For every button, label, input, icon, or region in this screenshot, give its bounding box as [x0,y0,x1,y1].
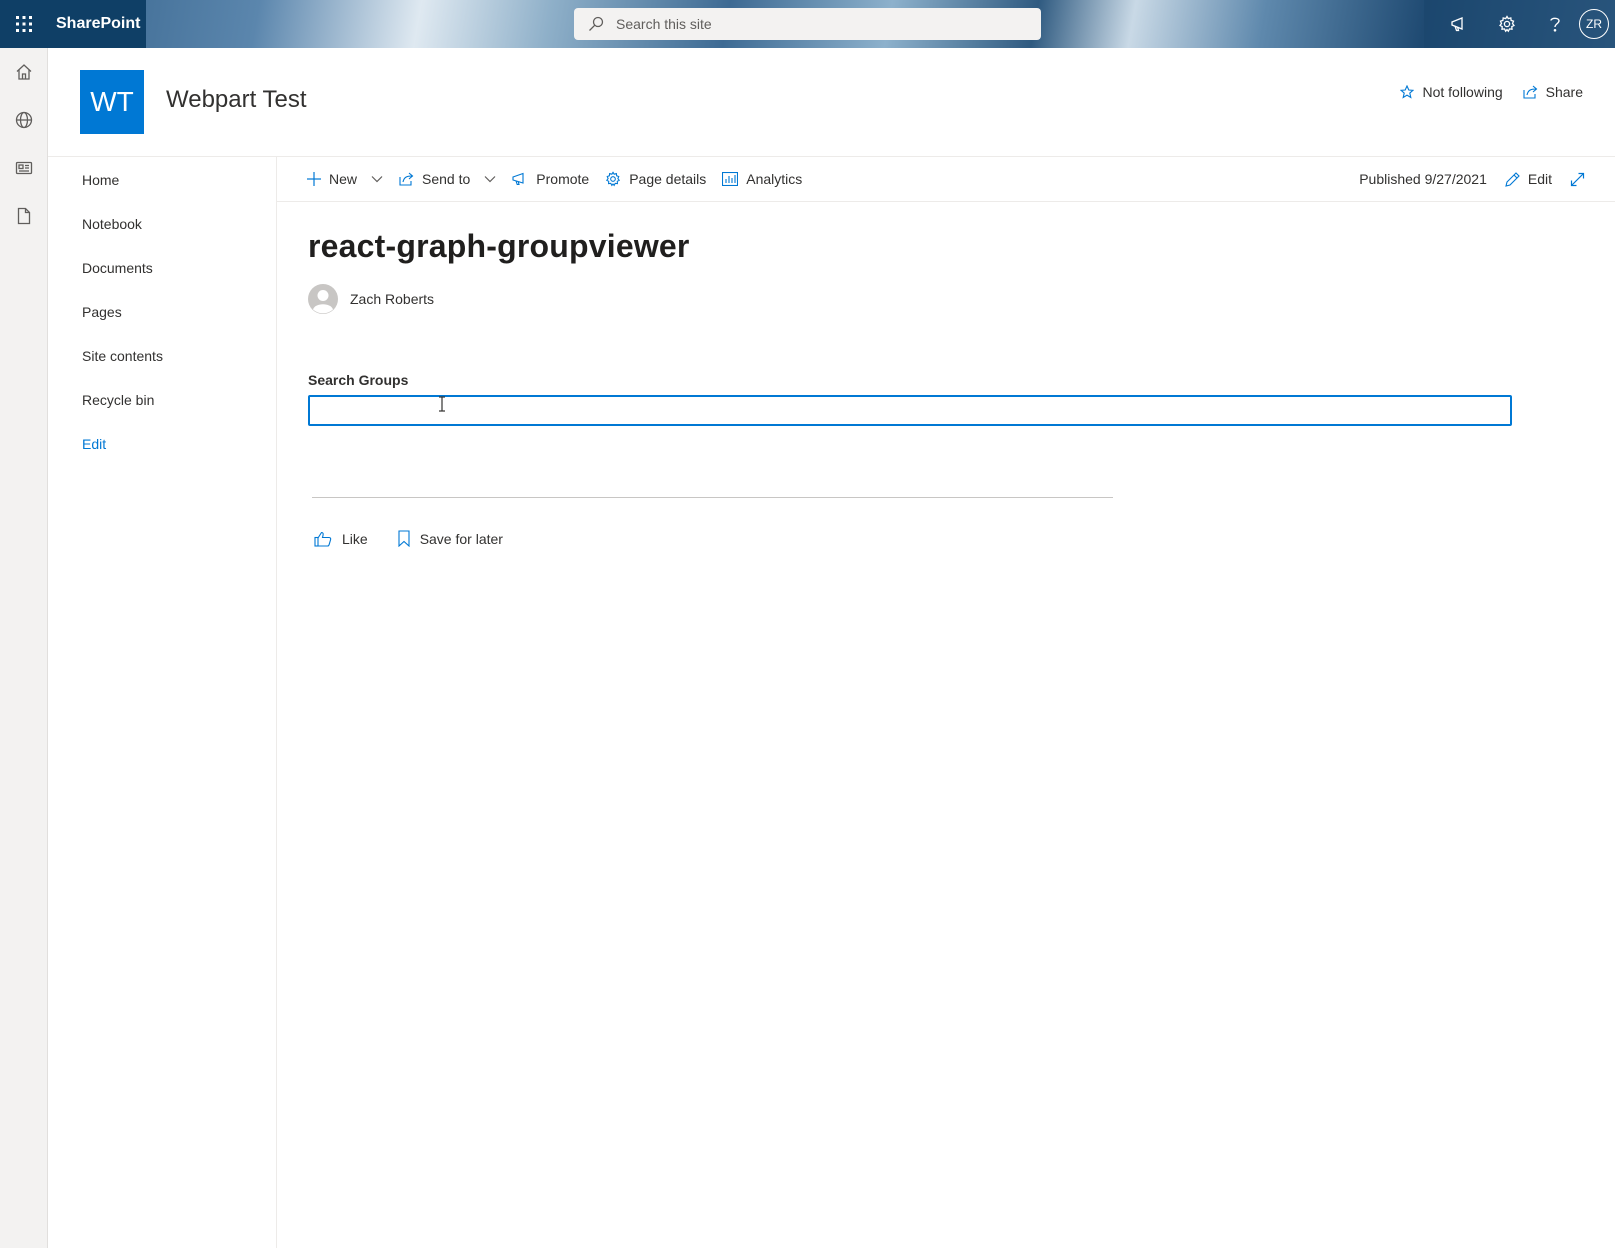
site-header: WT Webpart Test Not following Share [48,48,1615,157]
share-button[interactable]: Share [1523,84,1583,100]
left-navigation: Home Notebook Documents Pages Site conte… [48,157,277,1248]
analytics-button[interactable]: Analytics [722,171,802,187]
suite-bar: SharePoint ZR [0,0,1615,48]
page-details-button[interactable]: Page details [605,171,706,187]
published-status: Published 9/27/2021 [1359,171,1487,187]
app-name[interactable]: SharePoint [56,15,140,33]
follow-button[interactable]: Not following [1400,84,1503,100]
chevron-down-icon [371,175,383,183]
save-for-later-label: Save for later [419,530,503,547]
megaphone-icon[interactable] [1435,0,1483,48]
help-icon[interactable] [1531,0,1579,48]
app-launcher-icon[interactable] [0,0,48,48]
document-icon[interactable] [0,192,47,240]
nav-edit-link[interactable]: Edit [82,436,106,452]
nav-item-recycle-bin[interactable]: Recycle bin [82,392,154,408]
new-label: New [329,171,358,187]
social-bar: Like Save for later [314,530,503,547]
command-bar: New Send to Promote Page details Analyti… [277,157,1615,202]
share-icon [1523,85,1538,99]
page-title: react-graph-groupviewer [308,228,690,264]
site-header-actions: Not following Share [1400,84,1583,100]
globe-icon[interactable] [0,96,47,144]
pencil-icon [1505,171,1520,187]
home-icon[interactable] [0,48,47,96]
author-avatar-icon [308,284,338,314]
content-divider [312,497,1113,498]
chevron-down-icon [484,175,496,183]
settings-gear-icon[interactable] [1483,0,1531,48]
nav-item-documents[interactable]: Documents [82,260,153,276]
megaphone-icon [512,172,528,186]
nav-item-notebook[interactable]: Notebook [82,216,142,232]
like-button[interactable]: Like [314,531,368,547]
nav-item-site-contents[interactable]: Site contents [82,348,163,364]
promote-label: Promote [536,171,590,187]
promote-button[interactable]: Promote [512,171,589,187]
site-logo[interactable]: WT [80,70,144,134]
suite-bar-brand-area: SharePoint [0,0,146,48]
like-label: Like [342,530,368,547]
settings-gear-icon [605,171,621,187]
analytics-chart-icon [722,172,739,186]
app-bar [0,48,48,1248]
text-cursor-icon [438,396,446,412]
news-icon[interactable] [0,144,47,192]
expand-icon[interactable] [1570,172,1585,187]
edit-label: Edit [1527,171,1552,187]
search-groups-input[interactable] [308,395,1512,426]
star-icon [1400,85,1415,99]
nav-item-pages[interactable]: Pages [82,304,122,320]
analytics-label: Analytics [746,171,803,187]
send-to-button[interactable]: Send to [399,171,496,187]
plus-icon [307,172,321,186]
share-label: Share [1545,84,1583,100]
site-title[interactable]: Webpart Test [166,86,307,114]
edit-page-button[interactable]: Edit [1505,171,1552,187]
nav-item-home[interactable]: Home [82,172,119,188]
follow-label: Not following [1422,84,1503,100]
author-name: Zach Roberts [350,291,435,307]
user-avatar[interactable]: ZR [1579,9,1609,39]
share-icon [399,172,414,186]
send-to-label: Send to [422,171,471,187]
search-icon [588,16,604,32]
save-for-later-button[interactable]: Save for later [398,530,503,547]
site-search-input[interactable] [614,15,1018,33]
page-details-label: Page details [629,171,707,187]
suite-bar-actions: ZR [1424,0,1615,48]
search-groups-label: Search Groups [308,372,409,388]
thumbs-up-icon [314,531,332,547]
page-author[interactable]: Zach Roberts [308,284,434,314]
new-button[interactable]: New [307,171,383,187]
site-search-box[interactable] [574,8,1041,40]
bookmark-icon [398,530,410,547]
